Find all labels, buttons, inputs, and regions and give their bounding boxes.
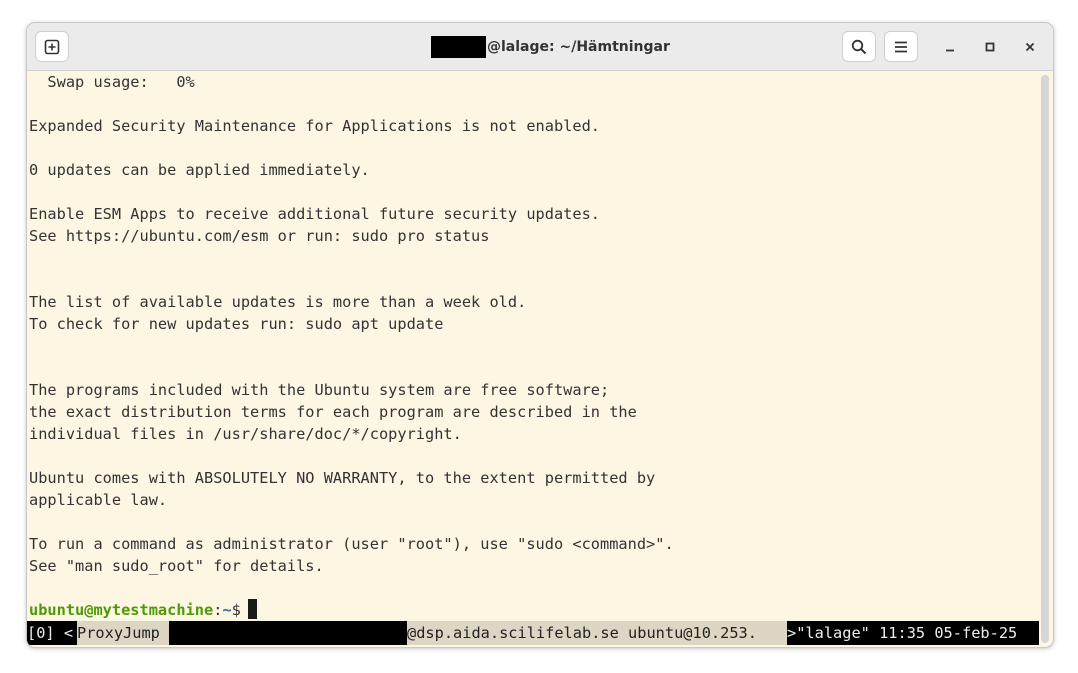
status-redacted-host [169, 621, 407, 645]
terminal-output[interactable]: Swap usage: 0% Expanded Security Mainten… [29, 71, 1039, 623]
terminal-line: To run a command as administrator (user … [29, 535, 674, 553]
terminal-line: Enable ESM Apps to receive additional fu… [29, 205, 600, 223]
terminal-window: @lalage: ~/Hämtningar Swap usage: 0% Exp… [26, 22, 1054, 648]
terminal-scrollbar[interactable] [1041, 75, 1049, 643]
new-tab-icon [44, 39, 60, 54]
terminal-line: Swap usage: 0% [29, 73, 195, 91]
status-proxy-label: ProxyJump [77, 621, 169, 645]
minimize-icon [946, 49, 954, 51]
minimize-button[interactable] [933, 31, 967, 62]
terminal-line: applicable law. [29, 491, 168, 509]
window-title-text: @lalage: ~/Hämtningar [487, 38, 670, 55]
text-cursor [247, 599, 257, 619]
terminal-line: The list of available updates is more th… [29, 293, 527, 311]
close-icon [1025, 42, 1035, 51]
terminal-line: the exact distribution terms for each pr… [29, 403, 637, 421]
status-window-index: [0] < [27, 621, 74, 645]
hamburger-icon [895, 41, 907, 52]
prompt-symbol: $ [231, 601, 241, 619]
terminal-line: Ubuntu comes with ABSOLUTELY NO WARRANTY… [29, 469, 656, 487]
terminal-line: The programs included with the Ubuntu sy… [29, 381, 610, 399]
status-host-suffix: @dsp.aida.scilifelab.se ubuntu@10.253. [407, 621, 787, 645]
terminal-line: individual files in /usr/share/doc/*/cop… [29, 425, 462, 443]
terminal-line: To check for new updates run: sudo apt u… [29, 315, 444, 333]
close-button[interactable] [1013, 31, 1047, 62]
status-window-name-clock: >"lalage" 11:35 05-feb-25 [787, 621, 1018, 645]
menu-button[interactable] [884, 31, 918, 62]
search-icon [851, 39, 867, 54]
terminal-line: See "man sudo_root" for details. [29, 557, 324, 575]
maximize-button[interactable] [973, 31, 1007, 62]
prompt-user-host: ubuntu@mytestmachine [29, 601, 214, 619]
prompt-path: ~ [222, 601, 232, 619]
tmux-status-bar: [0] < ProxyJump @dsp.aida.scilifelab.se … [27, 621, 1039, 645]
terminal-line: Expanded Security Maintenance for Applic… [29, 117, 600, 135]
new-tab-button[interactable] [35, 31, 69, 62]
terminal-line: 0 updates can be applied immediately. [29, 161, 370, 179]
redacted-username [431, 35, 486, 58]
title-bar: @lalage: ~/Hämtningar [27, 23, 1053, 71]
window-title: @lalage: ~/Hämtningar [431, 23, 670, 70]
maximize-icon [985, 42, 995, 51]
terminal-line: See https://ubuntu.com/esm or run: sudo … [29, 227, 490, 245]
shell-prompt[interactable]: ubuntu@mytestmachine:~$ [29, 599, 257, 621]
search-button[interactable] [842, 31, 876, 62]
